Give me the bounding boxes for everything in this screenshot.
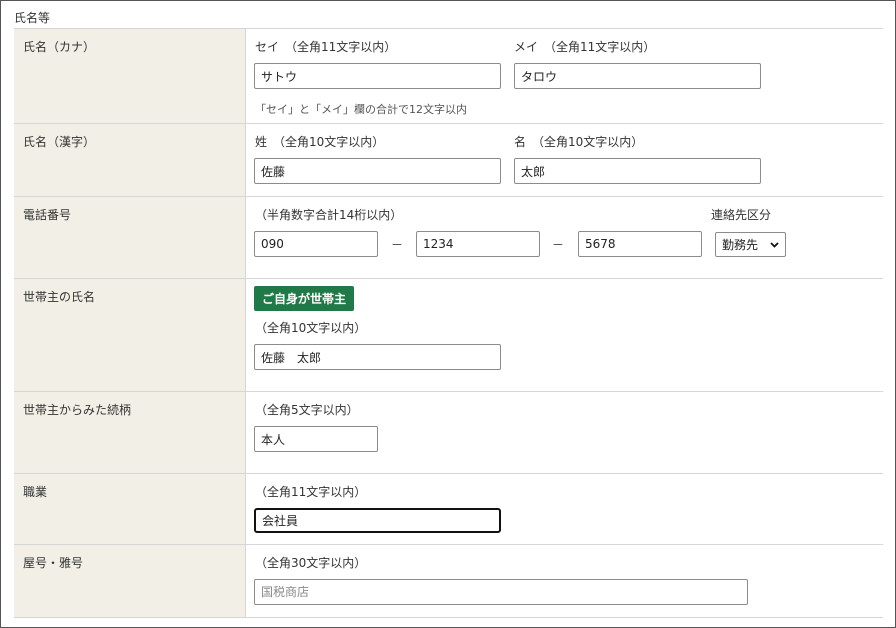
chevron-down-icon: [770, 242, 779, 248]
section-title: 氏名等: [14, 11, 51, 25]
contact-type-selected: 勤務先: [722, 238, 759, 252]
value-cell: 姓 （全角10文字以内） 名 （全角10文字以内）: [246, 124, 883, 196]
mei-kanji-input[interactable]: [514, 158, 761, 184]
row-label-trade-name: 屋号・雅号: [23, 556, 84, 570]
self-householder-button[interactable]: ご自身が世帯主: [254, 286, 355, 311]
value-cell: （半角数字合計14桁以内） － － 連絡先区分 勤務先: [246, 197, 883, 278]
mei-kanji-caption: 名 （全角10文字以内）: [514, 135, 644, 149]
contact-type-caption: 連絡先区分: [711, 208, 772, 222]
householder-name-input[interactable]: [254, 344, 501, 370]
row-label-name-kana: 氏名（カナ）: [23, 40, 96, 54]
phone-part1-input[interactable]: [254, 231, 378, 257]
label-cell: 氏名（カナ）: [14, 29, 246, 123]
mei-kana-caption: メイ （全角11文字以内）: [514, 40, 656, 54]
occupation-input[interactable]: [254, 508, 501, 533]
label-cell: 屋号・雅号: [14, 545, 246, 617]
row-phone: 電話番号 （半角数字合計14桁以内） － － 連絡先区分 勤務先: [14, 197, 883, 279]
value-cell: セイ （全角11文字以内） メイ （全角11文字以内） 「セイ」と「メイ」欄の合…: [246, 29, 883, 123]
row-occupation: 職業 （全角11文字以内）: [14, 474, 883, 545]
sei-kanji-input[interactable]: [254, 158, 501, 184]
label-cell: 世帯主からみた続柄: [14, 392, 246, 473]
trade-name-input[interactable]: [254, 579, 748, 605]
form-frame: 氏名等 氏名（カナ） セイ （全角11文字以内） メイ （全角11文字以内） 「…: [0, 0, 896, 628]
phone-part2-input[interactable]: [416, 231, 540, 257]
trade-name-caption: （全角30文字以内）: [255, 556, 367, 570]
phone-separator-1: －: [391, 238, 404, 252]
value-cell: （全角11文字以内）: [246, 474, 883, 544]
householder-caption: （全角10文字以内）: [255, 321, 367, 335]
phone-separator-2: －: [552, 238, 565, 252]
row-name-kana: 氏名（カナ） セイ （全角11文字以内） メイ （全角11文字以内） 「セイ」と…: [14, 29, 883, 124]
row-label-occupation: 職業: [23, 485, 48, 499]
row-label-name-kanji: 氏名（漢字）: [23, 135, 96, 149]
mei-kana-input[interactable]: [514, 63, 761, 89]
kana-length-note: 「セイ」と「メイ」欄の合計で12文字以内: [255, 103, 467, 116]
sei-kana-caption: セイ （全角11文字以内）: [255, 40, 397, 54]
label-cell: 職業: [14, 474, 246, 544]
row-name-kanji: 氏名（漢字） 姓 （全角10文字以内） 名 （全角10文字以内）: [14, 124, 883, 197]
row-label-relationship: 世帯主からみた続柄: [23, 403, 132, 417]
label-cell: 氏名（漢字）: [14, 124, 246, 196]
contact-type-select[interactable]: 勤務先: [715, 232, 786, 257]
sei-kanji-caption: 姓 （全角10文字以内）: [255, 135, 385, 149]
occupation-caption: （全角11文字以内）: [255, 485, 367, 499]
label-cell: 電話番号: [14, 197, 246, 278]
row-label-householder: 世帯主の氏名: [23, 290, 96, 304]
relationship-caption: （全角5文字以内）: [255, 403, 359, 417]
row-trade-name: 屋号・雅号 （全角30文字以内）: [14, 545, 883, 618]
phone-part3-input[interactable]: [578, 231, 702, 257]
relationship-input[interactable]: [254, 426, 378, 452]
value-cell: （全角30文字以内）: [246, 545, 883, 617]
phone-caption: （半角数字合計14桁以内）: [255, 208, 403, 222]
value-cell: ご自身が世帯主 （全角10文字以内）: [246, 279, 883, 391]
row-householder-name: 世帯主の氏名 ご自身が世帯主 （全角10文字以内）: [14, 279, 883, 392]
sei-kana-input[interactable]: [254, 63, 501, 89]
row-relationship: 世帯主からみた続柄 （全角5文字以内）: [14, 392, 883, 474]
label-cell: 世帯主の氏名: [14, 279, 246, 391]
value-cell: （全角5文字以内）: [246, 392, 883, 473]
row-label-phone: 電話番号: [23, 208, 72, 222]
